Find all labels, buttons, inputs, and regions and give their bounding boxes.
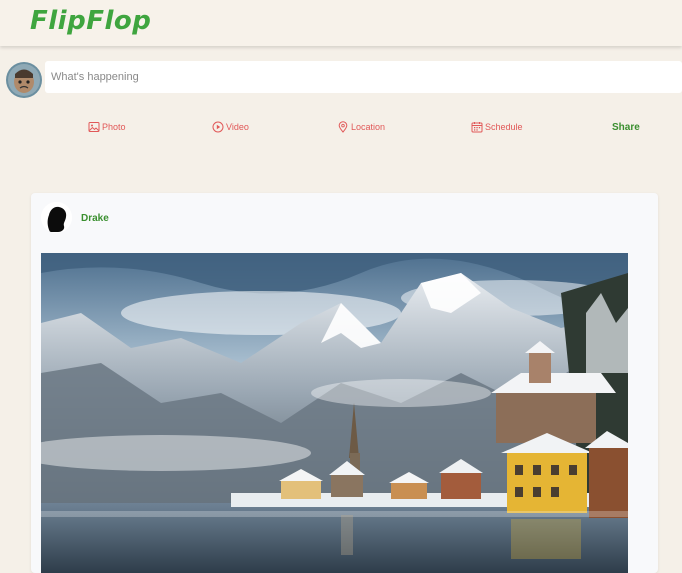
- calendar-icon: [471, 122, 483, 133]
- silhouette-avatar-image: [41, 202, 72, 233]
- top-bar: FlipFlop: [0, 0, 682, 46]
- location-label: Location: [351, 122, 386, 132]
- mountain-village-image: [41, 253, 628, 573]
- post-image[interactable]: [41, 253, 628, 573]
- logo[interactable]: FlipFlop: [30, 6, 151, 36]
- share-button[interactable]: Share: [612, 122, 640, 133]
- user-avatar-image: [6, 62, 42, 98]
- location-button[interactable]: Location: [337, 121, 385, 133]
- video-label: Video: [226, 122, 249, 132]
- whats-happening-input[interactable]: [45, 61, 682, 93]
- play-circle-icon: [212, 121, 224, 133]
- post-username[interactable]: Drake: [81, 213, 109, 224]
- composer-avatar[interactable]: [6, 62, 42, 98]
- post-avatar[interactable]: [41, 202, 72, 233]
- photo-icon: [88, 122, 100, 132]
- schedule-button[interactable]: Schedule: [471, 121, 523, 133]
- post-card: Drake: [31, 193, 658, 573]
- video-button[interactable]: Video: [212, 121, 249, 133]
- composer-actions: Photo Video Location Schedule Share: [0, 121, 682, 137]
- schedule-label: Schedule: [485, 122, 523, 132]
- photo-button[interactable]: Photo: [88, 121, 126, 133]
- map-pin-icon: [338, 121, 348, 133]
- photo-label: Photo: [102, 122, 126, 132]
